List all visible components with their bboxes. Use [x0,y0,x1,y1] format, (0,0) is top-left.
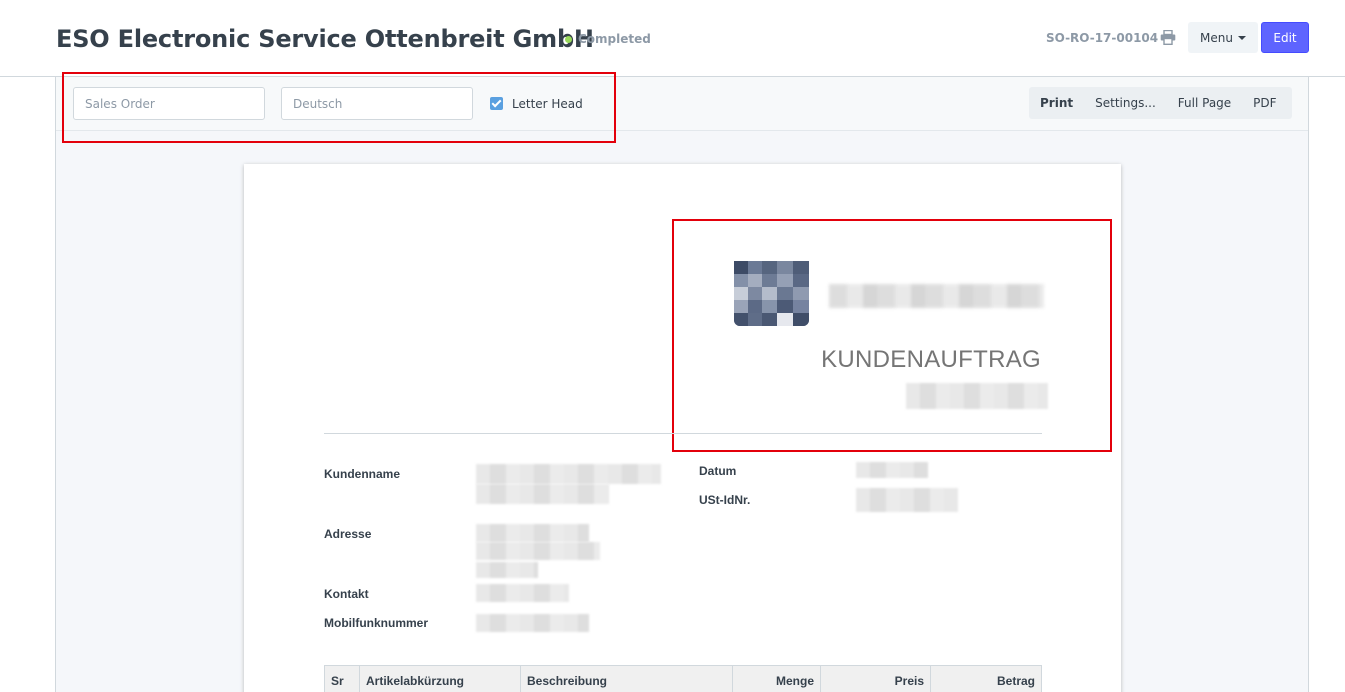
document-name: SO-RO-17-00104 [1046,31,1159,45]
column-header-description: Beschreibung [521,666,733,692]
page-header: ESO Electronic Service Ottenbreit GmbH C… [0,0,1345,77]
page-title: ESO Electronic Service Ottenbreit GmbH [56,25,594,53]
redacted-date [856,462,928,478]
print-paper: KUNDENAUFTRAG Kundenname Adresse Kontakt… [244,164,1121,692]
highlight-box-toolbar [62,72,616,143]
print-actions-group: Print Settings... Full Page PDF [1029,87,1292,119]
column-header-sr: Sr [325,666,360,692]
date-label: Datum [699,464,737,478]
customer-name-label: Kundenname [324,467,401,481]
redacted-address-line2 [476,542,600,560]
column-header-item-code: Artikelabkürzung [360,666,521,692]
menu-button[interactable]: Menu [1188,22,1258,53]
print-action[interactable]: Print [1029,96,1084,110]
vat-id-label: USt-IdNr. [699,493,751,507]
edit-button[interactable]: Edit [1261,22,1309,53]
redacted-address-line1 [476,524,589,542]
status-indicator: Completed [565,32,651,46]
print-toolbar: Sales Order Deutsch Letter Head Print Se… [56,72,1308,143]
redacted-customer-name [476,464,661,484]
contact-label: Kontakt [324,587,369,601]
caret-down-icon [1237,35,1246,40]
redacted-mobile [476,614,589,632]
print-preview-frame: Sales Order Deutsch Letter Head Print Se… [55,72,1309,692]
settings-action[interactable]: Settings... [1084,96,1167,110]
column-header-amount: Betrag [996,674,1035,688]
pdf-action[interactable]: PDF [1242,96,1287,110]
highlight-box-heading [672,219,1112,452]
redacted-vat-id [856,488,958,512]
address-label: Adresse [324,527,372,541]
redacted-customer-name-line2 [476,484,609,504]
status-label: Completed [578,32,651,46]
mobile-label: Mobilfunknummer [324,616,428,630]
menu-button-label: Menu [1200,30,1233,45]
section-divider [324,433,1042,434]
redacted-address-line3 [476,562,538,578]
column-header-qty: Menge [733,666,821,692]
status-dot-icon [565,35,572,43]
redacted-contact [476,584,569,602]
items-table-header: Sr Artikelabkürzung Beschreibung Menge P… [324,665,1042,692]
full-page-action[interactable]: Full Page [1167,96,1242,110]
printer-icon[interactable] [1160,30,1176,45]
column-header-rate: Preis [821,666,931,692]
